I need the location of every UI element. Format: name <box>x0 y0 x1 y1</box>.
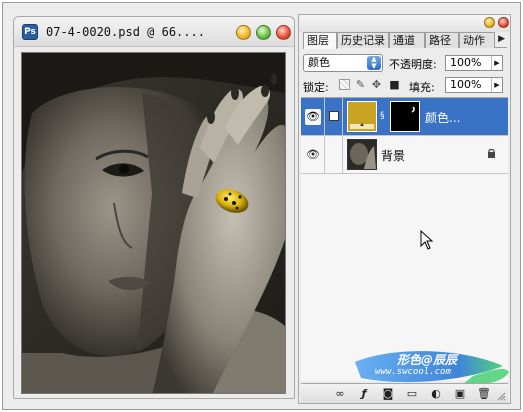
panel-titlebar[interactable] <box>299 15 510 32</box>
fill-layer-icon <box>350 123 374 129</box>
eye-icon[interactable]: 👁 <box>305 147 321 163</box>
layer-mask-link-icon <box>329 111 339 121</box>
opacity-value: 100% <box>450 56 482 69</box>
panel-collapse-button[interactable] <box>484 17 495 28</box>
mask-thumbnail[interactable] <box>390 101 420 132</box>
opacity-slider-arrow-icon[interactable]: ▶ <box>491 56 502 70</box>
layer-style-icon[interactable]: ƒ <box>357 387 371 401</box>
mouse-cursor-icon <box>420 230 434 250</box>
layer-name[interactable]: 背景 <box>381 147 405 164</box>
tab-actions[interactable]: 动作 <box>459 32 495 48</box>
new-layer-icon[interactable]: ▣ <box>453 387 467 401</box>
fill-color-thumbnail[interactable] <box>347 101 377 132</box>
select-arrows-icon: ▲ ▼ <box>367 56 381 70</box>
add-mask-icon[interactable]: ◙ <box>381 387 395 401</box>
panel-menu-arrow-icon[interactable]: ▶ <box>498 34 505 44</box>
opacity-label: 不透明度: <box>389 58 437 71</box>
watermark-url: www.swcool.com <box>375 367 451 377</box>
tab-history[interactable]: 历史记录 <box>337 32 389 48</box>
panel-bottom-toolbar: ∞ ƒ ◙ ▭ ◐ ▣ 🗑 <box>301 383 508 403</box>
link-layers-icon[interactable]: ∞ <box>333 387 347 401</box>
watermark: 形色@辰辰 www.swcool.com <box>353 348 511 388</box>
watermark-title: 形色@辰辰 <box>397 353 458 367</box>
layer-row-color-fill[interactable]: 👁 § 颜色... <box>301 98 508 136</box>
background-thumbnail-image <box>348 140 376 169</box>
tab-channels[interactable]: 通道 <box>389 32 425 48</box>
layers-list: 👁 § 颜色... 👁 背景 形色@辰辰 www.swcool.com <box>301 97 509 385</box>
fill-slider-arrow-icon[interactable]: ▶ <box>491 78 502 92</box>
document-titlebar[interactable]: Ps 07-4-0020.psd @ 66.... <box>14 17 294 47</box>
tab-layers[interactable]: 图层 <box>303 32 337 49</box>
resize-grip-icon[interactable] <box>497 392 506 401</box>
adjustment-layer-icon[interactable]: ◐ <box>429 387 443 401</box>
document-window: Ps 07-4-0020.psd @ 66.... <box>13 16 295 399</box>
mask-shape <box>411 106 415 113</box>
screenshot-frame: Ps 07-4-0020.psd @ 66.... 图层 历史记录 通道 路径 … <box>2 2 521 410</box>
fill-field[interactable]: 100% ▶ <box>445 77 503 93</box>
close-button[interactable] <box>276 25 291 40</box>
portrait-image <box>22 53 285 393</box>
lock-all-icon[interactable]: ■ <box>389 79 400 90</box>
photoshop-file-icon: Ps <box>22 24 38 40</box>
layer-row-background[interactable]: 👁 背景 <box>301 136 508 174</box>
lock-position-icon[interactable]: ✥ <box>371 79 382 90</box>
minimize-button[interactable] <box>236 25 251 40</box>
link-cell[interactable] <box>325 136 343 174</box>
blend-mode-value: 颜色 <box>308 56 330 69</box>
new-group-icon[interactable]: ▭ <box>405 387 419 401</box>
lock-pixels-icon[interactable]: ✎ <box>355 79 366 90</box>
layer-name[interactable]: 颜色... <box>425 109 460 126</box>
image-canvas[interactable] <box>21 52 286 394</box>
lock-icon <box>487 148 496 158</box>
visibility-cell[interactable]: 👁 <box>301 136 325 174</box>
document-title: 07-4-0020.psd @ 66.... <box>46 25 205 39</box>
panel-tabs: 图层 历史记录 通道 路径 动作 ▶ <box>303 32 507 49</box>
blend-opacity-row: 颜色 ▲ ▼ 不透明度: 100% ▶ <box>303 54 507 74</box>
fill-value: 100% <box>450 78 482 91</box>
opacity-field[interactable]: 100% ▶ <box>445 55 503 71</box>
blend-mode-select[interactable]: 颜色 ▲ ▼ <box>303 54 383 72</box>
lock-fill-row: 锁定: ✎ ✥ ■ 填充: 100% ▶ <box>303 77 507 95</box>
padlock-shape <box>488 148 495 158</box>
panel-close-button[interactable] <box>498 17 509 28</box>
lock-label: 锁定: <box>303 81 329 94</box>
eye-icon[interactable]: 👁 <box>305 109 321 125</box>
trash-icon[interactable]: 🗑 <box>477 387 491 401</box>
fill-label: 填充: <box>409 81 435 94</box>
chain-link-icon[interactable]: § <box>380 111 387 123</box>
lock-transparency-icon[interactable] <box>339 79 350 90</box>
tab-paths[interactable]: 路径 <box>425 32 459 48</box>
layers-panel: 图层 历史记录 通道 路径 动作 ▶ 颜色 ▲ ▼ 不透明度: 100% ▶ 锁定… <box>298 14 511 404</box>
zoom-button[interactable] <box>256 25 271 40</box>
visibility-cell[interactable]: 👁 <box>301 98 325 136</box>
link-cell[interactable] <box>325 98 343 136</box>
background-thumbnail[interactable] <box>347 139 377 170</box>
